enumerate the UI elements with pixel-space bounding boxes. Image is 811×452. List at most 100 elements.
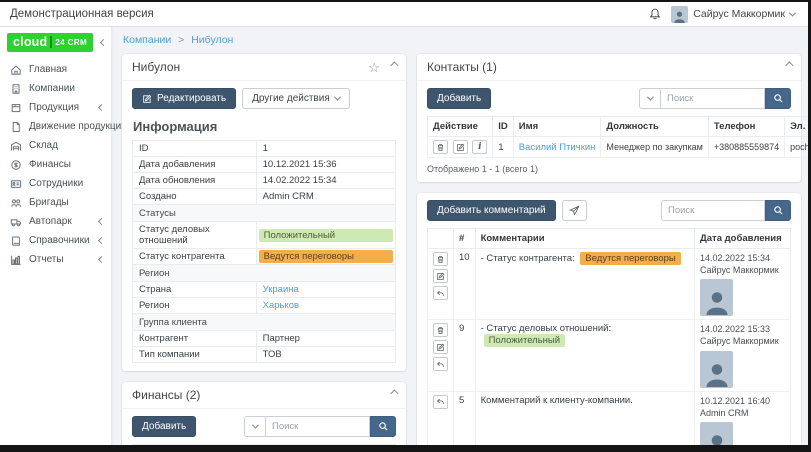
letterbox-top — [0, 0, 811, 2]
finances-search-button[interactable] — [370, 416, 396, 437]
user-avatar — [671, 6, 688, 23]
comment-text: - Статус деловых отношений: — [481, 323, 612, 334]
user-menu[interactable]: Сайрус Маккормик — [671, 6, 795, 23]
contacts-card: Контакты (1) Добавить — [417, 54, 801, 182]
favorite-star-icon[interactable]: ☆ — [368, 61, 380, 74]
comment-row: 9 - Статус деловых отношений: Положитель… — [428, 320, 791, 391]
comment-author: Admin CRM — [700, 407, 785, 419]
chevron-down-icon — [251, 422, 258, 429]
submenu-chevron-icon — [98, 104, 105, 111]
contact-name-link[interactable]: Василий Птичкин — [519, 142, 596, 153]
contact-row: i 1 Василий Птичкин Менеджер по закупкам… — [428, 137, 811, 158]
sidebar-item-warehouse[interactable]: Склад — [0, 136, 111, 155]
edit-company-button[interactable]: Редактировать — [132, 88, 236, 109]
comment-date: 14.02.2022 15:33 — [700, 323, 785, 335]
region-link[interactable]: Харьков — [263, 300, 299, 311]
sidebar-item-employees[interactable]: Сотрудники — [0, 174, 111, 193]
contacts-pagination-info: Отображено 1 - 1 (всего 1) — [427, 164, 791, 174]
app-title: Демонстрационная версия — [10, 8, 154, 20]
add-finance-button[interactable]: Добавить — [132, 416, 196, 437]
user-name: Сайрус Маккормик — [693, 8, 785, 20]
comments-card: Добавить комментарий — [417, 193, 801, 450]
breadcrumb-current[interactable]: Нибулон — [191, 34, 233, 46]
info-icon[interactable]: i — [472, 140, 487, 154]
comment-id: 5 — [454, 391, 476, 450]
send-notification-button[interactable] — [562, 200, 587, 221]
info-value: 1 — [256, 141, 395, 157]
sidebar-item-home[interactable]: Главная — [0, 60, 111, 79]
sidebar-item-finances[interactable]: Финансы — [0, 155, 111, 174]
sidebar-item-companies[interactable]: Компании — [0, 79, 111, 98]
finances-card-title: Финансы (2) — [132, 388, 200, 402]
info-value: 10.12.2021 15:36 — [256, 157, 395, 173]
country-link[interactable]: Украина — [263, 284, 299, 295]
info-value: Партнер — [256, 331, 395, 347]
info-value: Admin CRM — [256, 189, 395, 205]
reply-icon[interactable] — [433, 395, 448, 409]
warehouse-icon — [9, 140, 22, 152]
comments-search-button[interactable] — [765, 200, 791, 221]
other-actions-button[interactable]: Другие действия — [242, 88, 350, 109]
logo-text-secondary: 24 CRM — [55, 38, 87, 47]
money-icon — [9, 159, 22, 171]
delete-icon[interactable] — [433, 323, 448, 337]
paper-plane-icon — [569, 205, 580, 216]
contacts-card-title: Контакты (1) — [427, 60, 497, 74]
breadcrumb-companies-link[interactable]: Компании — [123, 34, 171, 46]
info-group-header: Группа клиента — [133, 314, 396, 331]
comment-author: Сайрус Маккормик — [700, 264, 785, 276]
reply-icon[interactable] — [433, 357, 448, 371]
comment-row: 10 - Статус контрагента: Ведутся перегов… — [428, 249, 791, 320]
reply-icon[interactable] — [433, 286, 448, 300]
book-icon — [9, 235, 22, 247]
sidebar-collapse-icon[interactable] — [100, 39, 107, 46]
comments-search-input[interactable] — [661, 200, 765, 221]
bell-icon[interactable] — [648, 7, 662, 21]
logo[interactable]: cloud 24 CRM — [7, 33, 93, 52]
comment-text: Комментарий к клиенту-компании. — [481, 395, 633, 406]
search-field-dropdown[interactable] — [244, 416, 266, 437]
contacts-search-input[interactable] — [661, 88, 765, 109]
collapse-card-icon[interactable] — [785, 61, 793, 69]
topbar: Демонстрационная версия Сайрус Маккормик — [0, 2, 811, 27]
finances-search-input[interactable] — [266, 416, 370, 437]
logo-divider — [50, 36, 52, 48]
sidebar-item-directories[interactable]: Справочники — [0, 231, 111, 250]
info-value: 14.02.2022 15:34 — [256, 173, 395, 189]
comment-id: 10 — [454, 249, 476, 320]
company-info-table: ID1 Дата добавления10.12.2021 15:36 Дата… — [132, 140, 396, 363]
edit-icon[interactable] — [453, 140, 468, 154]
contacts-search-button[interactable] — [765, 88, 791, 109]
comment-author-avatar — [700, 351, 733, 388]
status-badge: Положительный — [259, 229, 393, 242]
comment-row: 5 Комментарий к клиенту-компании. 10.12.… — [428, 391, 791, 450]
info-group-header: Регион — [133, 265, 396, 282]
sidebar-item-brigades[interactable]: Бригады — [0, 193, 111, 212]
chart-icon — [9, 254, 22, 266]
collapse-card-icon[interactable] — [390, 61, 398, 69]
delete-icon[interactable] — [433, 252, 448, 266]
chevron-down-icon — [334, 94, 341, 101]
sidebar-item-product-movement[interactable]: Движение продукции — [0, 117, 111, 136]
sidebar-item-reports[interactable]: Отчеты — [0, 250, 111, 269]
delete-icon[interactable] — [433, 140, 448, 154]
add-comment-button[interactable]: Добавить комментарий — [427, 200, 556, 221]
comment-text: - Статус контрагента: — [481, 253, 575, 264]
home-icon — [9, 64, 22, 76]
sidebar: cloud 24 CRM Главная Компании Продукция — [0, 27, 112, 450]
comment-id: 9 — [454, 320, 476, 391]
sidebar-item-products[interactable]: Продукция — [0, 98, 111, 117]
collapse-card-icon[interactable] — [390, 389, 398, 397]
add-contact-button[interactable]: Добавить — [427, 88, 491, 109]
chevron-down-icon — [789, 9, 796, 16]
comment-author-avatar — [700, 279, 733, 316]
edit-icon[interactable] — [433, 269, 448, 283]
edit-icon[interactable] — [433, 340, 448, 354]
comment-status-badge: Положительный — [484, 334, 565, 347]
status-badge: Ведутся переговоры — [259, 250, 393, 263]
info-value: ТОВ — [256, 347, 395, 363]
info-group-header: Статусы — [133, 205, 396, 222]
search-field-dropdown[interactable] — [639, 88, 661, 109]
box-icon — [9, 102, 22, 114]
sidebar-item-vehicles[interactable]: Автопарк — [0, 212, 111, 231]
